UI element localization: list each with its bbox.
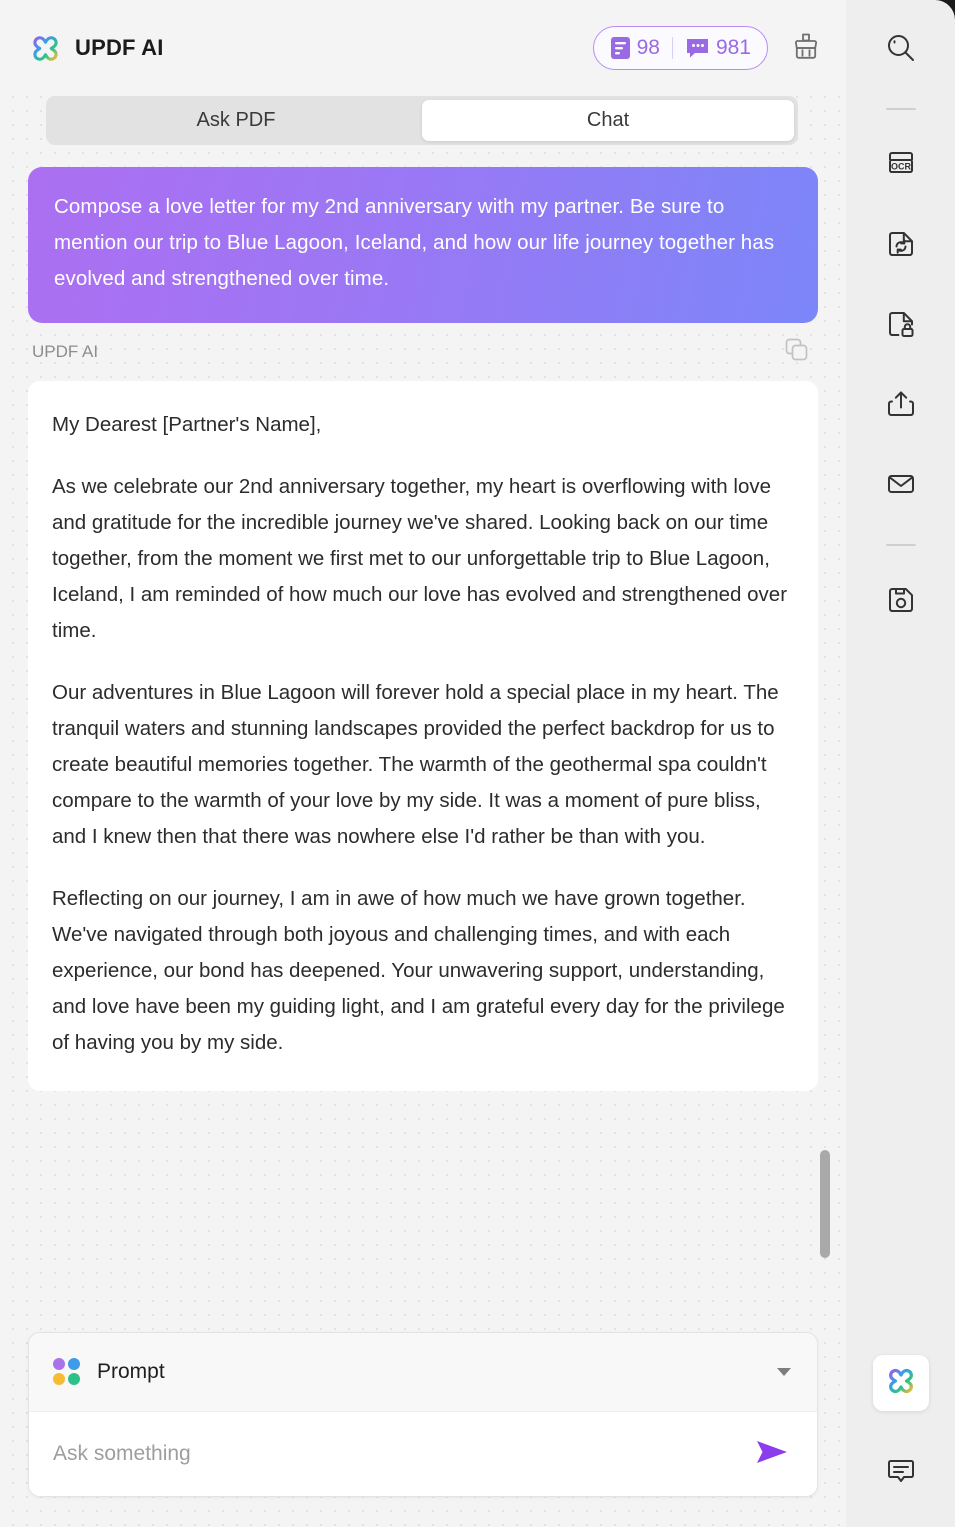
toolbar-separator-2	[885, 544, 916, 546]
brush-icon	[793, 31, 819, 66]
toolbar-item-convert[interactable]	[873, 218, 929, 274]
user-message-bubble: Compose a love letter for my 2nd anniver…	[28, 167, 818, 323]
assistant-message-card: My Dearest [Partner's Name], As we celeb…	[28, 381, 818, 1091]
page-count-value: 98	[636, 36, 660, 59]
chevron-down-icon[interactable]	[777, 1368, 791, 1376]
share-upload-icon	[884, 387, 918, 426]
usage-counter-pill[interactable]: 98 981	[592, 26, 768, 70]
four-dots-icon	[53, 1358, 81, 1386]
lock-document-icon	[884, 307, 918, 346]
conversation-scrollbar-thumb[interactable]	[820, 1150, 830, 1258]
svg-text:OCR: OCR	[891, 161, 912, 171]
updf-clover-logo-icon	[884, 1364, 918, 1403]
page-count: 98	[610, 36, 660, 60]
toolbar-item-share[interactable]	[873, 378, 929, 434]
assistant-paragraph: Our adventures in Blue Lagoon will forev…	[52, 681, 779, 848]
app-root: UPDF AI 98 981 Ask PDF Chat Compose a lo…	[0, 0, 955, 1527]
pill-divider	[671, 37, 673, 59]
assistant-paragraph: My Dearest [Partner's Name],	[52, 413, 322, 436]
mode-tabs-wrapper: Ask PDF Chat	[0, 96, 846, 145]
tab-ask-pdf[interactable]: Ask PDF	[50, 100, 422, 141]
toolbar-separator-1	[885, 108, 916, 110]
envelope-icon	[884, 467, 918, 506]
prompt-selector-label: Prompt	[97, 1360, 165, 1383]
updf-clover-logo-icon	[28, 31, 63, 66]
copy-response-button[interactable]	[782, 337, 812, 367]
ai-panel: UPDF AI 98 981 Ask PDF Chat Compose a lo…	[0, 0, 846, 1527]
document-lines-icon	[610, 36, 631, 60]
ai-panel-header: UPDF AI 98 981	[0, 0, 846, 96]
mode-tabs: Ask PDF Chat	[46, 96, 798, 145]
tool-rail: OCR	[846, 0, 955, 1527]
search-icon	[884, 31, 918, 70]
copy-icon	[784, 337, 810, 368]
composer: Prompt	[28, 1332, 818, 1497]
conversation-scroll-area[interactable]: Compose a love letter for my 2nd anniver…	[0, 167, 846, 1318]
clear-chat-button[interactable]	[788, 30, 824, 66]
brand-name: UPDF AI	[75, 35, 164, 60]
toolbar-item-ocr[interactable]: OCR	[873, 138, 929, 194]
assistant-paragraph: As we celebrate our 2nd anniversary toge…	[52, 475, 788, 642]
assistant-name-label: UPDF AI	[32, 342, 99, 361]
brand: UPDF AI	[28, 31, 164, 66]
assistant-paragraph: Reflecting on our journey, I am in awe o…	[52, 887, 785, 1054]
ask-input[interactable]	[53, 1442, 749, 1466]
composer-input-row	[29, 1412, 817, 1496]
assistant-message-header: UPDF AI	[28, 323, 818, 381]
send-arrow-icon	[754, 1437, 790, 1472]
save-disk-icon	[884, 583, 918, 622]
toolbar-item-protect[interactable]	[873, 298, 929, 354]
chat-count: 981	[685, 36, 751, 60]
ocr-icon: OCR	[884, 147, 918, 186]
toolbar-item-email[interactable]	[873, 458, 929, 514]
prompt-selector[interactable]: Prompt	[29, 1333, 817, 1412]
tab-chat[interactable]: Chat	[422, 100, 794, 141]
toolbar-item-updf-ai[interactable]	[872, 1355, 929, 1411]
comment-bubble-icon	[884, 1454, 918, 1493]
chat-count-value: 981	[715, 36, 751, 59]
toolbar-item-comment[interactable]	[873, 1445, 929, 1501]
send-button[interactable]	[749, 1434, 795, 1474]
chat-bubble-icon	[685, 37, 710, 59]
toolbar-item-search[interactable]	[873, 22, 929, 78]
conversation-scrollbar[interactable]	[820, 430, 830, 1310]
toolbar-item-save[interactable]	[873, 574, 929, 630]
composer-wrapper: Prompt	[0, 1318, 846, 1527]
convert-document-icon	[884, 227, 918, 266]
